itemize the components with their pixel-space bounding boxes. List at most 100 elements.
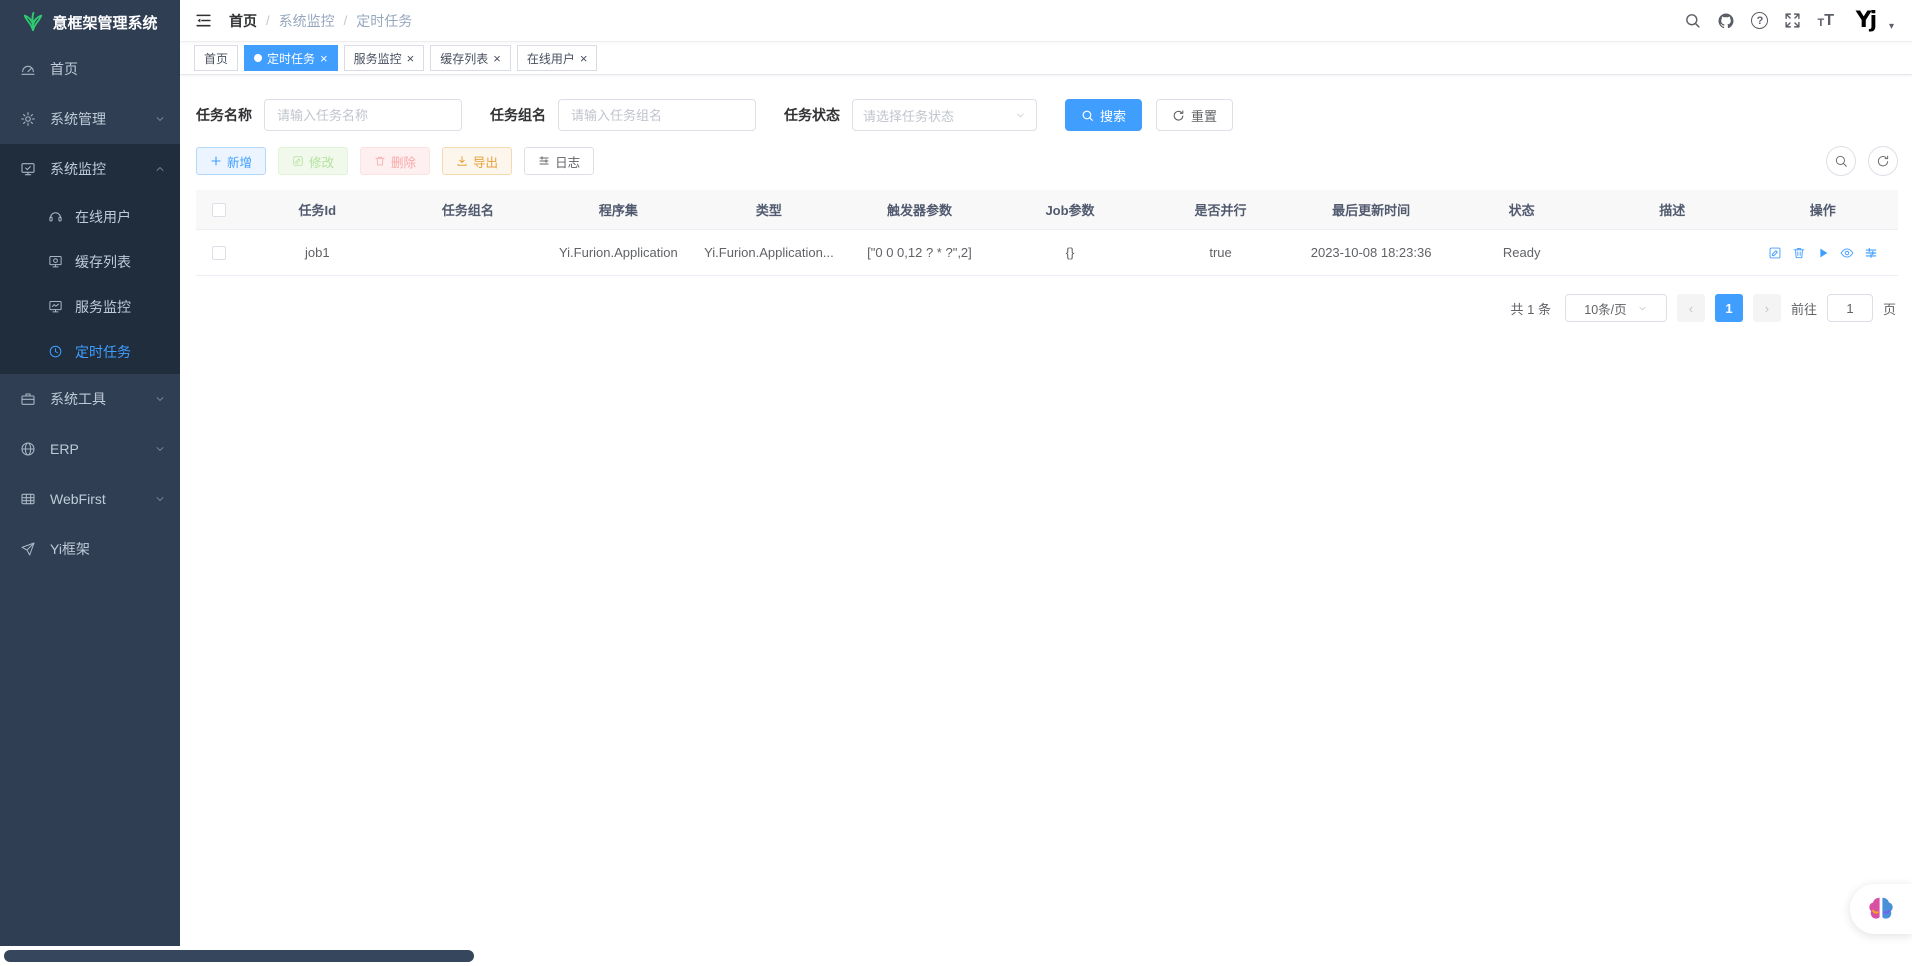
sidebar-item-service-monitor[interactable]: 服务监控 xyxy=(0,284,180,329)
col-updated: 最后更新时间 xyxy=(1296,200,1447,219)
search-icon[interactable] xyxy=(1684,12,1701,29)
top-navbar: 首页 / 系统监控 / 定时任务 ? TT Yj ▾ xyxy=(180,0,1912,42)
sidebar-item-online-users[interactable]: 在线用户 xyxy=(0,194,180,239)
col-task-id: 任务Id xyxy=(242,200,393,219)
row-edit-icon[interactable] xyxy=(1768,246,1782,260)
avatar-caret-icon[interactable]: ▾ xyxy=(1889,21,1894,32)
app-logo[interactable]: 意框架管理系统 xyxy=(0,0,180,44)
close-icon[interactable]: × xyxy=(320,52,328,65)
headset-icon xyxy=(48,209,63,224)
navbar-actions: ? TT Yj ▾ xyxy=(1684,5,1894,36)
close-icon[interactable]: × xyxy=(407,52,415,65)
fullscreen-icon[interactable] xyxy=(1784,12,1801,29)
search-icon xyxy=(1081,109,1094,122)
log-button[interactable]: 日志 xyxy=(524,147,594,175)
toolbar-right xyxy=(1826,146,1898,176)
select-all-checkbox[interactable] xyxy=(212,203,226,217)
font-size-icon[interactable]: TT xyxy=(1817,13,1834,29)
col-job-args: Job参数 xyxy=(995,200,1146,219)
horizontal-scrollbar xyxy=(0,946,1912,966)
row-checkbox[interactable] xyxy=(212,246,226,260)
prev-page-button[interactable]: ‹ xyxy=(1677,294,1705,322)
col-type: 类型 xyxy=(694,200,845,219)
cell-assembly: Yi.Furion.Application xyxy=(543,245,694,260)
col-trigger-args: 触发器参数 xyxy=(844,200,995,219)
chevron-up-icon xyxy=(154,163,166,175)
row-view-icon[interactable] xyxy=(1840,246,1854,260)
github-icon[interactable] xyxy=(1717,12,1735,30)
chevron-down-icon xyxy=(1637,303,1648,314)
reset-button[interactable]: 重置 xyxy=(1156,99,1233,131)
task-name-input[interactable] xyxy=(264,99,462,131)
row-more-icon[interactable] xyxy=(1864,246,1878,260)
cell-type: Yi.Furion.Application... xyxy=(694,245,845,260)
tab-service-monitor[interactable]: 服务监控 × xyxy=(344,45,425,71)
ai-assistant-button[interactable] xyxy=(1850,884,1912,934)
next-page-button[interactable]: › xyxy=(1753,294,1781,322)
dashboard-icon xyxy=(20,61,36,77)
app-title: 意框架管理系统 xyxy=(52,12,157,33)
task-status-select[interactable]: 请选择任务状态 xyxy=(852,99,1037,131)
sidebar-item-home[interactable]: 首页 xyxy=(0,44,180,94)
task-group-input[interactable] xyxy=(558,99,756,131)
sidebar-item-erp[interactable]: ERP xyxy=(0,424,180,474)
chevron-down-icon xyxy=(154,113,166,125)
globe-icon xyxy=(20,441,36,457)
sidebar-item-system-tools[interactable]: 系统工具 xyxy=(0,374,180,424)
leaf-logo-icon xyxy=(22,11,44,33)
row-run-icon[interactable] xyxy=(1816,246,1830,260)
toggle-search-icon[interactable] xyxy=(1826,146,1856,176)
breadcrumb-home[interactable]: 首页 xyxy=(229,11,257,31)
col-description: 描述 xyxy=(1597,200,1748,219)
page-1-button[interactable]: 1 xyxy=(1715,294,1743,322)
tab-online-users[interactable]: 在线用户 × xyxy=(517,45,598,71)
sidebar-item-system-mgmt[interactable]: 系统管理 xyxy=(0,94,180,144)
tab-scheduled-tasks[interactable]: 定时任务 × xyxy=(244,45,338,71)
sidebar-item-webfirst[interactable]: WebFirst xyxy=(0,474,180,524)
avatar[interactable]: Yj xyxy=(1850,5,1881,36)
plus-icon xyxy=(210,155,222,167)
add-button[interactable]: 新增 xyxy=(196,147,266,175)
breadcrumb: 首页 / 系统监控 / 定时任务 xyxy=(229,11,412,31)
trash-icon xyxy=(374,155,386,167)
page-size-select[interactable]: 10条/页 xyxy=(1565,294,1667,322)
cell-updated: 2023-10-08 18:23:36 xyxy=(1296,245,1447,260)
help-icon[interactable]: ? xyxy=(1751,12,1768,29)
delete-button[interactable]: 删除 xyxy=(360,147,430,175)
refresh-icon xyxy=(1172,109,1185,122)
table-header-row: 任务Id 任务组名 程序集 类型 触发器参数 Job参数 是否并行 最后更新时间… xyxy=(196,190,1898,230)
table-row[interactable]: job1 Yi.Furion.Application Yi.Furion.App… xyxy=(196,230,1898,276)
export-button[interactable]: 导出 xyxy=(442,147,512,175)
task-status-label: 任务状态 xyxy=(784,105,840,125)
row-delete-icon[interactable] xyxy=(1792,246,1806,260)
search-button[interactable]: 搜索 xyxy=(1065,99,1142,131)
tab-home[interactable]: 首页 xyxy=(194,45,238,71)
cell-status: Ready xyxy=(1446,245,1597,260)
page-content: 任务名称 任务组名 任务状态 请选择任务状态 搜索 重置 xyxy=(180,75,1912,946)
sidebar-item-yi-framework[interactable]: Yi框架 xyxy=(0,524,180,574)
close-icon[interactable]: × xyxy=(493,52,501,65)
cell-trigger-args: ["0 0 0,12 ? * ?",2] xyxy=(844,245,995,260)
pagination: 共 1 条 10条/页 ‹ 1 › 前往 页 xyxy=(196,294,1898,322)
server-monitor-icon xyxy=(48,299,63,314)
goto-page-input[interactable] xyxy=(1827,294,1873,322)
sidebar-item-cache-list[interactable]: 缓存列表 xyxy=(0,239,180,284)
refresh-table-icon[interactable] xyxy=(1868,146,1898,176)
close-icon[interactable]: × xyxy=(580,52,588,65)
cell-concurrent: true xyxy=(1145,245,1296,260)
edit-button[interactable]: 修改 xyxy=(278,147,348,175)
sidebar-item-system-monitor[interactable]: 系统监控 xyxy=(0,144,180,194)
scrollbar-thumb[interactable] xyxy=(4,950,474,962)
chevron-down-icon xyxy=(154,443,166,455)
sidebar-collapse-icon[interactable] xyxy=(194,11,213,30)
breadcrumb-monitor: 系统监控 xyxy=(279,11,335,31)
sidebar: 意框架管理系统 首页 系统管理 系统监控 在线用户 缓存列表 服务监控 定时任 xyxy=(0,0,180,946)
table-grid-icon xyxy=(20,491,36,507)
sidebar-item-scheduled-tasks[interactable]: 定时任务 xyxy=(0,329,180,374)
task-group-label: 任务组名 xyxy=(490,105,546,125)
col-concurrent: 是否并行 xyxy=(1145,200,1296,219)
tab-cache-list[interactable]: 缓存列表 × xyxy=(430,45,511,71)
col-assembly: 程序集 xyxy=(543,200,694,219)
page-unit-label: 页 xyxy=(1883,299,1896,318)
brain-icon xyxy=(1866,895,1896,923)
